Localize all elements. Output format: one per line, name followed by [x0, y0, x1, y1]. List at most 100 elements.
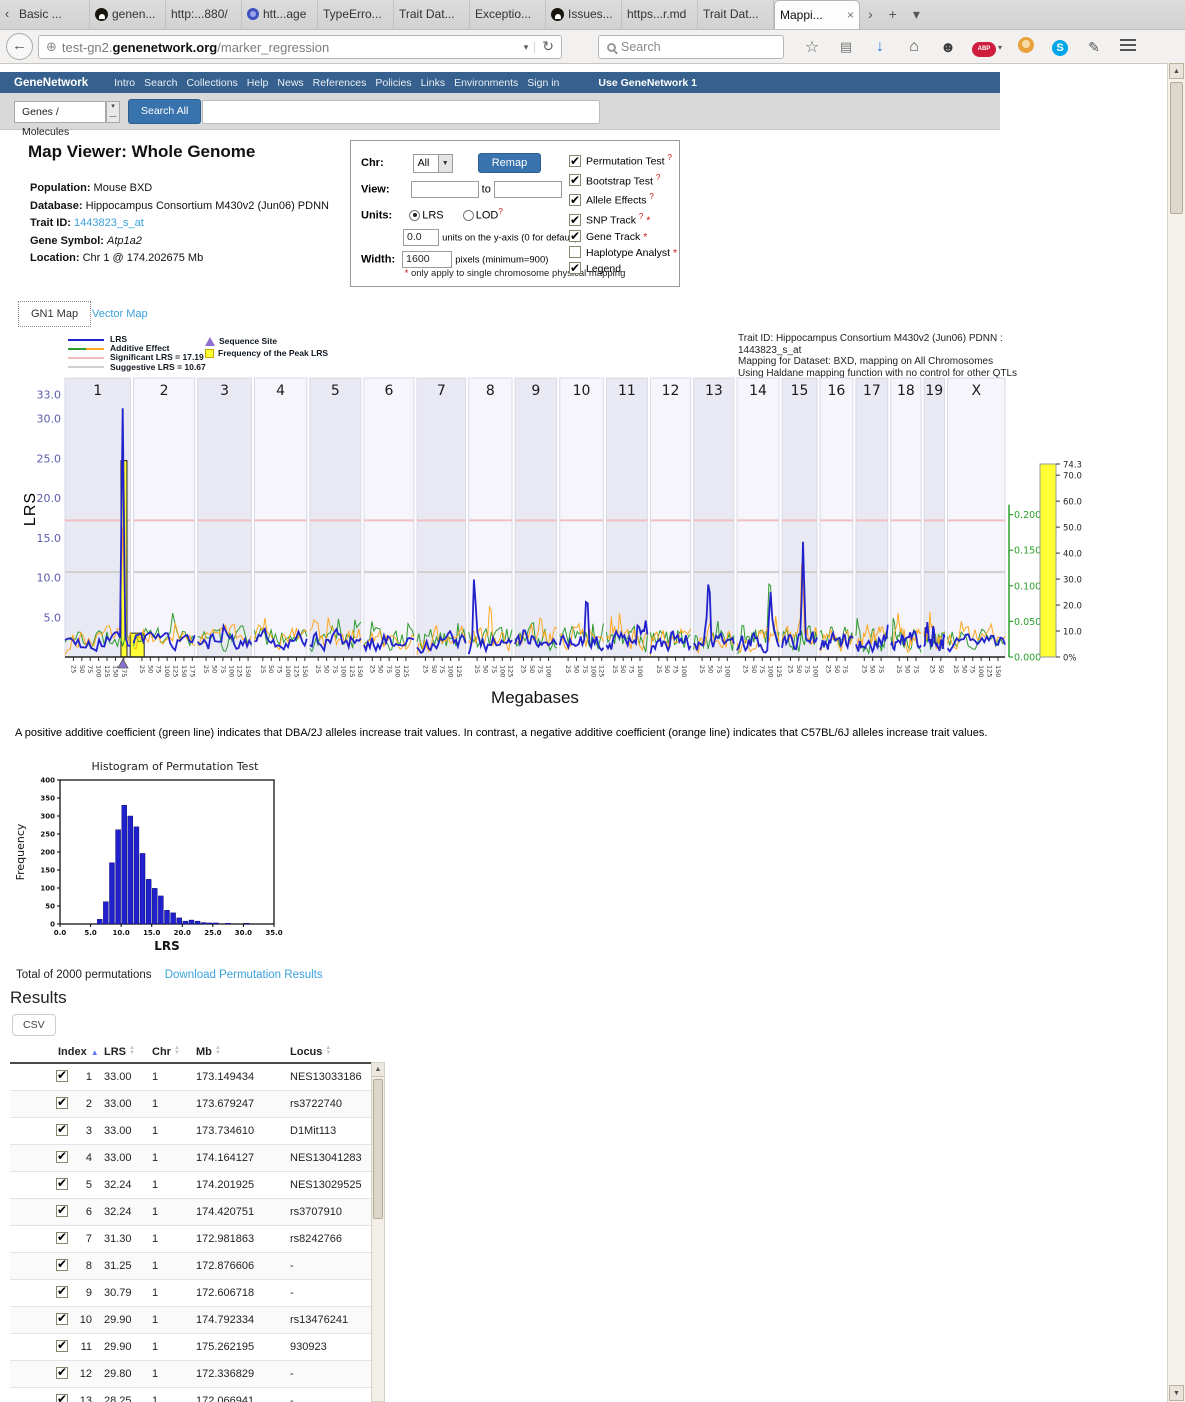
gn-nav-link-news[interactable]: News	[277, 77, 303, 89]
use-genenetwork1-link[interactable]: Use GeneNetwork 1	[598, 77, 697, 89]
sort-asc-icon[interactable]: ▲	[91, 1048, 99, 1057]
reading-list-icon[interactable]: ▤	[829, 39, 863, 55]
row-checkbox[interactable]	[56, 1232, 68, 1244]
scroll-down-icon[interactable]: ▼	[1169, 1385, 1184, 1401]
option-snp-track[interactable]: SNP Track ? *	[569, 209, 677, 229]
sort-icon[interactable]: ▲▼	[215, 1046, 221, 1056]
row-checkbox[interactable]	[56, 1340, 68, 1352]
option-legend[interactable]: Legend	[569, 261, 677, 277]
csv-button[interactable]: CSV	[12, 1014, 56, 1036]
chromosome-select[interactable]: All▼	[413, 154, 453, 173]
download-icon[interactable]: ↓	[863, 38, 897, 56]
home-icon[interactable]: ⌂	[897, 38, 931, 56]
sort-icon[interactable]: ▲▼	[325, 1046, 331, 1056]
category-select[interactable]: Genes / Molecules	[14, 101, 106, 123]
view-from-input[interactable]	[411, 181, 479, 198]
checkbox-icon[interactable]	[569, 262, 581, 274]
units-help-icon[interactable]: ?	[498, 207, 502, 216]
search-all-button[interactable]: Search All	[128, 99, 201, 124]
gn-nav-link-help[interactable]: Help	[247, 77, 269, 89]
tab-gn1-map[interactable]: GN1 Map	[18, 301, 91, 327]
sort-icon[interactable]: ▲▼	[174, 1046, 180, 1056]
column-header-locus[interactable]: Locus▲▼	[288, 1042, 371, 1063]
remap-button[interactable]: Remap	[478, 153, 541, 173]
width-input[interactable]: 1600	[402, 251, 452, 268]
browser-tab[interactable]: Basic ...	[14, 0, 90, 29]
download-permutation-link[interactable]: Download Permutation Results	[165, 969, 323, 981]
row-checkbox[interactable]	[56, 1394, 68, 1402]
browser-tab[interactable]: Trait Dat...	[698, 0, 774, 29]
checkbox-icon[interactable]	[569, 155, 581, 167]
checkbox-icon[interactable]	[569, 230, 581, 242]
skype-icon[interactable]: S	[1043, 38, 1077, 56]
option-gene-track[interactable]: Gene Track *	[569, 229, 677, 245]
trait-id-link[interactable]: 1443823_s_at	[74, 217, 144, 229]
gn-search-input[interactable]	[202, 100, 600, 124]
adblock-icon[interactable]: ABP▾	[965, 37, 1009, 57]
sort-icon[interactable]: ▲▼	[129, 1046, 135, 1056]
url-bar[interactable]: ⊕ test-gn2.genenetwork.org/marker_regres…	[38, 35, 562, 59]
row-checkbox[interactable]	[56, 1097, 68, 1109]
browser-tab[interactable]: http:...880/	[166, 0, 242, 29]
option-bootstrap-test[interactable]: Bootstrap Test ?	[569, 170, 677, 190]
back-button[interactable]: ←	[6, 33, 33, 60]
browser-tab[interactable]: genen...	[90, 0, 166, 29]
gn-brand[interactable]: GeneNetwork	[14, 77, 88, 89]
row-checkbox[interactable]	[56, 1367, 68, 1379]
bookmark-star-icon[interactable]: ☆	[795, 37, 829, 57]
row-checkbox[interactable]	[56, 1259, 68, 1271]
row-checkbox[interactable]	[56, 1070, 68, 1082]
row-checkbox[interactable]	[56, 1151, 68, 1163]
gn-nav-link-intro[interactable]: Intro	[114, 77, 135, 89]
gn-nav-link-links[interactable]: Links	[421, 77, 446, 89]
column-header-lrs[interactable]: LRS▲▼	[102, 1042, 150, 1063]
avatar-icon[interactable]	[1009, 37, 1043, 58]
browser-tab[interactable]: htt...age	[242, 0, 318, 29]
option-haplotype-analyst[interactable]: Haplotype Analyst *	[569, 245, 677, 261]
row-checkbox[interactable]	[56, 1205, 68, 1217]
units-lod-radio[interactable]	[463, 210, 474, 221]
url-dropdown-icon[interactable]: ▾	[518, 42, 536, 53]
browser-tab[interactable]: TypeErro...	[318, 0, 394, 29]
yaxis-input[interactable]: 0.0	[403, 229, 439, 246]
browser-tab[interactable]: Trait Dat...	[394, 0, 470, 29]
reload-icon[interactable]: ↻	[535, 39, 561, 55]
tab-list-caret-icon[interactable]: ▾	[905, 0, 928, 29]
gn-nav-link-policies[interactable]: Policies	[375, 77, 411, 89]
column-header-index[interactable]: Index▲	[56, 1042, 102, 1063]
view-to-input[interactable]	[494, 181, 562, 198]
gn-nav-link-references[interactable]: References	[313, 77, 367, 89]
row-checkbox[interactable]	[56, 1313, 68, 1325]
messenger-icon[interactable]: ☻	[931, 39, 965, 56]
new-tab-button[interactable]: +	[881, 0, 905, 29]
browser-tab[interactable]: Mappi...×	[774, 0, 860, 29]
page-scrollbar[interactable]: ▲ ▼	[1167, 62, 1185, 1402]
category-caret-icon[interactable]: ▾—	[106, 101, 120, 123]
gn-nav-link-search[interactable]: Search	[144, 77, 177, 89]
browser-search-field[interactable]: Search	[598, 35, 784, 59]
page-scroll-thumb[interactable]	[1170, 82, 1183, 214]
column-header-mb[interactable]: Mb▲▼	[194, 1042, 288, 1063]
tab-scroll-left-icon[interactable]: ‹	[0, 0, 14, 29]
browser-tab[interactable]: https...r.md	[622, 0, 698, 29]
scroll-up-icon[interactable]: ▲	[1169, 63, 1184, 79]
checkbox-icon[interactable]	[569, 214, 581, 226]
row-checkbox[interactable]	[56, 1286, 68, 1298]
row-checkbox[interactable]	[56, 1178, 68, 1190]
site-identity-icon[interactable]: ⊕	[46, 39, 57, 55]
table-scrollbar[interactable]: ▲	[371, 1062, 385, 1402]
option-allele-effects[interactable]: Allele Effects ?	[569, 189, 677, 209]
gn-nav-link-sign-in[interactable]: Sign in	[527, 77, 559, 89]
units-lrs-radio[interactable]	[409, 210, 420, 221]
checkbox-icon[interactable]	[569, 246, 581, 258]
close-icon[interactable]: ×	[847, 8, 854, 22]
row-checkbox[interactable]	[56, 1124, 68, 1136]
checkbox-icon[interactable]	[569, 174, 581, 186]
gn-nav-link-collections[interactable]: Collections	[186, 77, 237, 89]
menu-icon[interactable]	[1111, 36, 1145, 59]
gn-nav-link-environments[interactable]: Environments	[454, 77, 518, 89]
edit-icon[interactable]: ✎	[1077, 39, 1111, 56]
option-permutation-test[interactable]: Permutation Test ?	[569, 150, 677, 170]
tab-vector-map[interactable]: Vector Map	[92, 308, 148, 320]
checkbox-icon[interactable]	[569, 194, 581, 206]
